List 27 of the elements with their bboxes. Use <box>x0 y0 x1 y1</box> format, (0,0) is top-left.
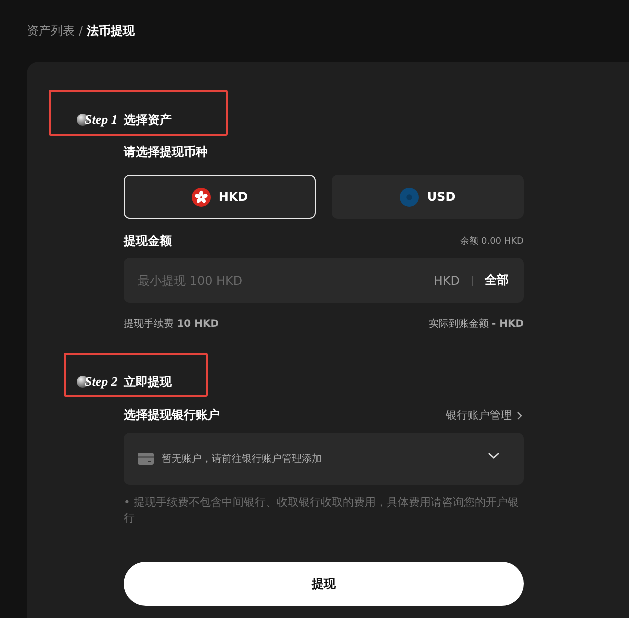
amount-field[interactable]: 最小提现 100 HKD HKD 全部 <box>124 258 524 303</box>
section-label: 请选择提现币种 <box>124 144 209 161</box>
fee-text: 提现手续费 10 HKD <box>124 318 220 331</box>
chevron-right-icon <box>516 412 524 420</box>
select-placeholder: 暂无账户，请前往银行账户管理添加 <box>162 452 323 466</box>
bank-manage-link[interactable]: 银行账户管理 <box>446 408 524 423</box>
step-title: 选择资产 <box>124 112 172 128</box>
all-button[interactable]: 全部 <box>485 272 509 289</box>
withdraw-button[interactable]: 提现 <box>124 562 524 606</box>
unit-label: HKD <box>434 274 460 288</box>
section-label: 提现金额 <box>124 233 172 250</box>
currency-option[interactable]: USD <box>332 175 524 219</box>
received-amount-text: 实际到账金额 - HKD <box>428 318 524 331</box>
card-icon <box>138 453 154 465</box>
note-text: • 提现手续费不包含中间银行、收取银行收取的费用，具体费用请咨询您的开户银行 <box>124 495 520 527</box>
bank-account-select[interactable]: 暂无账户，请前往银行账户管理添加 <box>124 433 524 485</box>
section-label: 选择提现银行账户 <box>124 407 220 424</box>
step-tag: Step 1 <box>85 112 118 128</box>
coin-icon <box>400 188 420 206</box>
chevron-down-icon <box>488 452 500 460</box>
balance-text: 余额 0.00 HKD <box>460 236 524 248</box>
breadcrumb-link[interactable]: 资产列表 <box>27 22 75 40</box>
breadcrumb-separator: / <box>79 24 84 38</box>
flower-flag-icon <box>192 188 211 206</box>
currency-option[interactable]: HKD <box>124 175 316 219</box>
step-title: 立即提现 <box>124 374 172 390</box>
step-tag: Step 2 <box>85 374 118 390</box>
